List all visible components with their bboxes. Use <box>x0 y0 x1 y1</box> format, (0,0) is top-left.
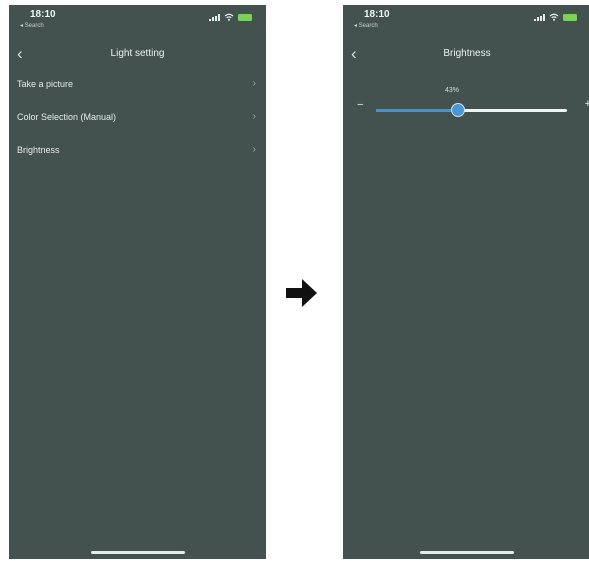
slider-value-label: 43% <box>445 87 460 94</box>
brightness-screen: 18:10 ◂ Search ‹ Brightness 43% − + <box>343 5 589 559</box>
wifi-icon <box>224 13 234 21</box>
chevron-right-icon: › <box>252 78 256 89</box>
signal-icon <box>534 13 545 21</box>
status-icons <box>209 13 252 21</box>
menu-item-label: Brightness <box>17 145 60 155</box>
battery-icon <box>563 13 577 21</box>
brightness-slider: 43% − + <box>343 81 589 121</box>
arrow-right-icon <box>286 279 317 307</box>
status-time: 18:10 <box>364 9 390 20</box>
status-bar: 18:10 ◂ Search <box>343 5 589 33</box>
status-bar: 18:10 ◂ Search <box>9 5 266 33</box>
slider-track[interactable] <box>376 103 567 117</box>
screenshot-stage: 18:10 ◂ Search ‹ Light setting Take a pi… <box>0 0 589 562</box>
slider-fill <box>376 109 459 112</box>
wifi-icon <box>549 13 559 21</box>
menu-item-brightness[interactable]: Brightness › <box>9 141 266 174</box>
light-setting-screen: 18:10 ◂ Search ‹ Light setting Take a pi… <box>9 5 266 559</box>
battery-icon <box>238 13 252 21</box>
plus-icon[interactable]: + <box>585 98 589 110</box>
settings-menu: Take a picture › Color Selection (Manual… <box>9 75 266 174</box>
menu-item-color-selection[interactable]: Color Selection (Manual) › <box>9 108 266 141</box>
page-title: Light setting <box>110 48 165 59</box>
nav-bar: ‹ Brightness <box>343 43 589 67</box>
page-title: Brightness <box>443 48 491 59</box>
back-to-app-link[interactable]: ◂ Search <box>20 22 44 29</box>
menu-item-label: Color Selection (Manual) <box>17 112 117 122</box>
minus-icon[interactable]: − <box>357 99 363 111</box>
signal-icon <box>209 13 220 21</box>
menu-item-take-a-picture[interactable]: Take a picture › <box>9 75 266 108</box>
slider-thumb[interactable] <box>451 103 466 117</box>
chevron-right-icon: › <box>252 144 256 155</box>
menu-item-label: Take a picture <box>17 79 74 89</box>
nav-bar: ‹ Light setting <box>9 43 266 67</box>
home-indicator[interactable] <box>90 551 185 554</box>
back-to-app-link[interactable]: ◂ Search <box>354 22 378 29</box>
status-icons <box>534 13 577 21</box>
chevron-right-icon: › <box>252 111 256 122</box>
status-time: 18:10 <box>30 9 56 20</box>
home-indicator[interactable] <box>420 551 514 554</box>
